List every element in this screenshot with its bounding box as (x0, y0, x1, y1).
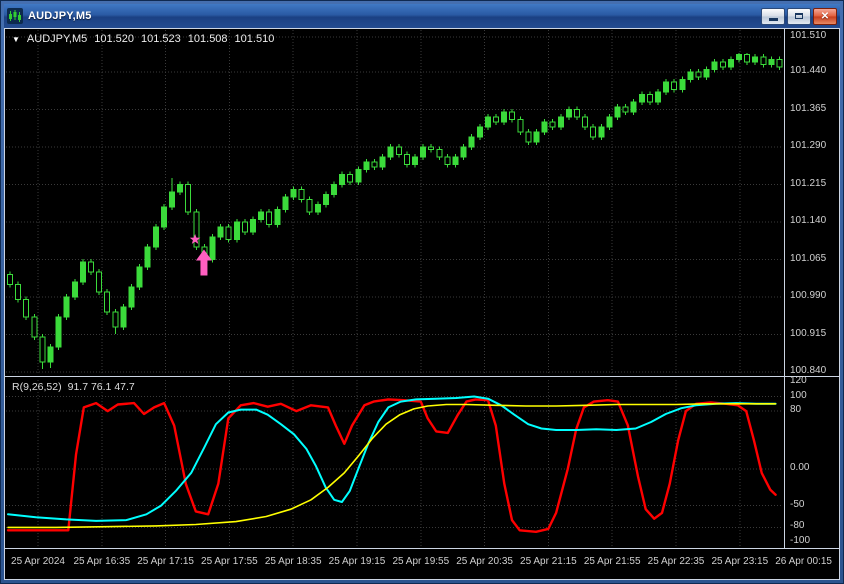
time-axis[interactable]: 25 Apr 2024 25 Apr 16:35 25 Apr 17:15 25 Ap… (4, 549, 840, 580)
window-titlebar[interactable]: AUDJPY,M5 ✕ (4, 4, 840, 28)
indicator-tick-label: -50 (790, 498, 805, 510)
quote-line: ▼ AUDJPY,M5 101.520 101.523 101.508 101.… (12, 33, 274, 45)
quote-low: 101.508 (187, 33, 228, 45)
indicator-tick-label: 0.00 (790, 462, 810, 474)
time-tick-label: 25 Apr 19:15 (328, 556, 386, 567)
time-tick-label: 25 Apr 16:35 (73, 556, 131, 567)
quote-open: 101.520 (94, 33, 135, 45)
indicator-tick-label: -80 (790, 520, 805, 532)
chart-client-area: ▼ AUDJPY,M5 101.520 101.523 101.508 101.… (4, 28, 840, 580)
indicator-tick-label: 80 (790, 404, 802, 416)
time-tick-label: 25 Apr 20:35 (456, 556, 513, 567)
close-button[interactable]: ✕ (813, 7, 837, 25)
minimize-button[interactable] (761, 7, 785, 25)
indicator-values: 91.7 76.1 47.7 (67, 381, 135, 393)
chart-icon (7, 8, 23, 24)
time-tick-label: 25 Apr 17:15 (137, 556, 194, 567)
time-tick-label: 25 Apr 21:55 (583, 556, 641, 567)
time-tick-label: 25 Apr 19:55 (392, 556, 450, 567)
minimize-icon (768, 18, 778, 21)
window-title: AUDJPY,M5 (28, 10, 92, 22)
restore-button[interactable] (787, 7, 811, 25)
close-icon: ✕ (820, 10, 830, 22)
indicator-axis[interactable]: 120 100 80 0.00 -50 -80 -100 (786, 28, 840, 549)
chart-canvas[interactable] (4, 28, 840, 580)
quote-symbol: AUDJPY,M5 (26, 33, 88, 45)
quote-high: 101.523 (141, 33, 181, 45)
restore-icon (795, 13, 803, 19)
pane-splitter[interactable] (4, 374, 784, 379)
time-tick-label: 25 Apr 22:35 (647, 556, 705, 567)
time-tick-label: 25 Apr 2024 (11, 556, 65, 567)
time-tick-label: 25 Apr 23:15 (711, 556, 769, 567)
indicator-label: R(9,26,52) 91.7 76.1 47.7 (12, 381, 141, 393)
indicator-tick-label: -100 (790, 534, 811, 546)
time-tick-label: 25 Apr 17:55 (201, 556, 258, 567)
time-tick-label: 26 Apr 00:15 (775, 556, 832, 567)
indicator-tick-label: 120 (790, 375, 807, 386)
symbol-collapse-icon[interactable]: ▼ (12, 35, 20, 44)
time-tick-label: 25 Apr 18:35 (264, 556, 322, 567)
mt4-chart-window: AUDJPY,M5 ✕ ▼ AUDJPY,M5 101.520 101.523 … (0, 0, 844, 584)
indicator-tick-label: 100 (790, 389, 807, 401)
quote-close: 101.510 (234, 33, 275, 45)
indicator-name: R(9,26,52) (12, 381, 62, 393)
time-tick-label: 25 Apr 21:15 (520, 556, 577, 567)
